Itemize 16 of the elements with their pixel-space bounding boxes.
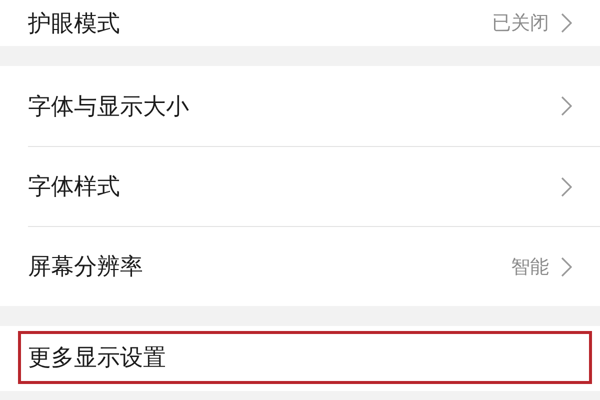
- setting-row[interactable]: 字体与显示大小: [0, 66, 600, 146]
- setting-value: 已关闭: [492, 11, 549, 36]
- highlighted-setting-row[interactable]: 更多显示设置: [18, 331, 592, 384]
- setting-label: 更多显示设置: [28, 344, 167, 373]
- setting-label: 字体样式: [28, 173, 121, 202]
- setting-label: 护眼模式: [28, 10, 121, 38]
- chevron-icon: [561, 13, 572, 33]
- chevron-icon: [561, 96, 572, 116]
- setting-value: 智能: [511, 254, 549, 280]
- setting-label: 字体与显示大小: [28, 92, 190, 122]
- chevron-icon: [561, 256, 572, 276]
- setting-row[interactable]: 屏幕分辨率 智能: [28, 226, 600, 306]
- setting-row[interactable]: 字体样式: [28, 146, 600, 226]
- setting-label: 屏幕分辨率: [28, 253, 144, 282]
- chevron-icon: [561, 176, 572, 196]
- setting-row[interactable]: 护眼模式 已关闭: [0, 0, 600, 46]
